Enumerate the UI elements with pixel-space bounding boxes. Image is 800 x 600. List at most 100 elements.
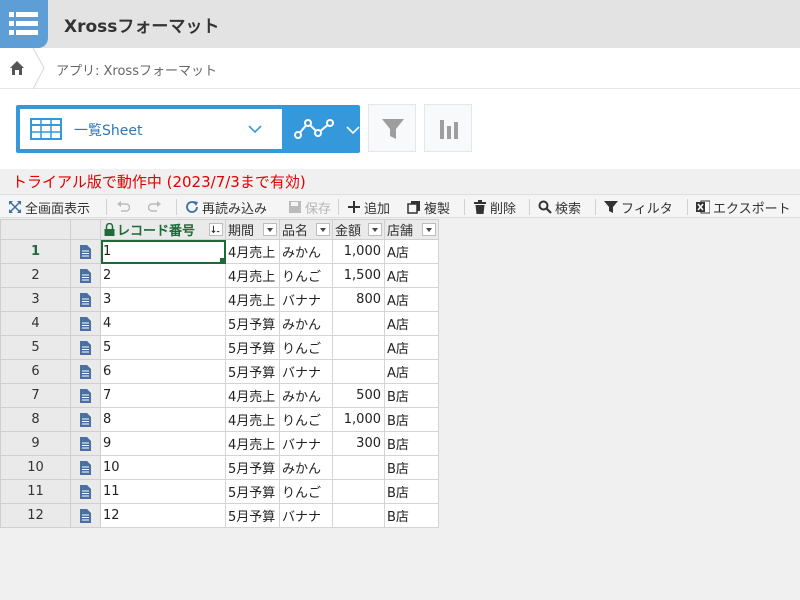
cell-item[interactable]: みかん bbox=[279, 383, 333, 408]
row-number[interactable]: 7 bbox=[0, 383, 71, 408]
redo-button[interactable] bbox=[148, 197, 165, 217]
cell-period[interactable]: 4月売上 bbox=[225, 239, 280, 264]
add-button[interactable]: 追加 bbox=[347, 197, 390, 217]
cell-record-number[interactable]: 2 bbox=[100, 263, 226, 288]
table-row[interactable]: 10 10 5月予算 みかん B店 bbox=[0, 455, 439, 480]
cell-item[interactable]: りんご bbox=[279, 263, 333, 288]
row-number[interactable]: 5 bbox=[0, 335, 71, 360]
cell-record-number[interactable]: 12 bbox=[100, 503, 226, 528]
cell-record-number[interactable]: 5 bbox=[100, 335, 226, 360]
cell-record-number[interactable]: 8 bbox=[100, 407, 226, 432]
cell-item[interactable]: バナナ bbox=[279, 431, 333, 456]
row-number[interactable]: 4 bbox=[0, 311, 71, 336]
export-button[interactable]: エクスポート bbox=[696, 197, 791, 217]
cell-store[interactable]: A店 bbox=[384, 263, 439, 288]
cell-store[interactable]: B店 bbox=[384, 455, 439, 480]
cell-item[interactable]: みかん bbox=[279, 239, 333, 264]
chevron-down-icon[interactable] bbox=[368, 223, 382, 236]
filter-button[interactable] bbox=[368, 104, 416, 152]
cell-amount[interactable] bbox=[332, 335, 385, 360]
cell-store[interactable]: B店 bbox=[384, 503, 439, 528]
column-header-amount[interactable]: 金額 bbox=[332, 219, 385, 240]
cell-amount[interactable]: 1,000 bbox=[332, 239, 385, 264]
graph-button[interactable] bbox=[424, 104, 472, 152]
cell-record-number[interactable]: 9 bbox=[100, 431, 226, 456]
row-number[interactable]: 8 bbox=[0, 407, 71, 432]
cell-record-number[interactable]: 3 bbox=[100, 287, 226, 312]
cell-amount[interactable]: 1,500 bbox=[332, 263, 385, 288]
table-row[interactable]: 11 11 5月予算 りんご B店 bbox=[0, 479, 439, 504]
record-detail-button[interactable] bbox=[70, 479, 101, 504]
table-row[interactable]: 9 9 4月売上 バナナ 300 B店 bbox=[0, 431, 439, 456]
cell-amount[interactable]: 800 bbox=[332, 287, 385, 312]
chevron-down-icon[interactable] bbox=[346, 125, 360, 135]
table-row[interactable]: 8 8 4月売上 りんご 1,000 B店 bbox=[0, 407, 439, 432]
duplicate-button[interactable]: 複製 bbox=[407, 197, 450, 217]
cell-item[interactable]: バナナ bbox=[279, 287, 333, 312]
reload-button[interactable]: 再読み込み bbox=[185, 197, 267, 217]
cell-item[interactable]: りんご bbox=[279, 479, 333, 504]
row-number[interactable]: 6 bbox=[0, 359, 71, 384]
record-detail-button[interactable] bbox=[70, 311, 101, 336]
table-row[interactable]: 1 1 4月売上 みかん 1,000 A店 bbox=[0, 239, 439, 264]
table-row[interactable]: 3 3 4月売上 バナナ 800 A店 bbox=[0, 287, 439, 312]
cell-amount[interactable]: 500 bbox=[332, 383, 385, 408]
cell-store[interactable]: B店 bbox=[384, 431, 439, 456]
cell-record-number[interactable]: 1 bbox=[100, 239, 226, 264]
column-header-item[interactable]: 品名 bbox=[279, 219, 333, 240]
cell-period[interactable]: 4月売上 bbox=[225, 383, 280, 408]
breadcrumb-app-link[interactable]: アプリ: Xrossフォーマット bbox=[56, 60, 217, 79]
cell-period[interactable]: 5月予算 bbox=[225, 359, 280, 384]
cell-period[interactable]: 4月売上 bbox=[225, 263, 280, 288]
column-header-period[interactable]: 期間 bbox=[225, 219, 280, 240]
cell-period[interactable]: 5月予算 bbox=[225, 479, 280, 504]
delete-button[interactable]: 削除 bbox=[473, 197, 516, 217]
cell-store[interactable]: A店 bbox=[384, 287, 439, 312]
record-detail-button[interactable] bbox=[70, 359, 101, 384]
cell-amount[interactable]: 1,000 bbox=[332, 407, 385, 432]
cell-item[interactable]: みかん bbox=[279, 455, 333, 480]
record-detail-button[interactable] bbox=[70, 503, 101, 528]
app-list-icon[interactable] bbox=[0, 0, 48, 48]
cell-amount[interactable] bbox=[332, 455, 385, 480]
table-row[interactable]: 2 2 4月売上 りんご 1,500 A店 bbox=[0, 263, 439, 288]
cell-amount[interactable] bbox=[332, 311, 385, 336]
record-detail-button[interactable] bbox=[70, 431, 101, 456]
row-number[interactable]: 9 bbox=[0, 431, 71, 456]
cell-period[interactable]: 4月売上 bbox=[225, 407, 280, 432]
cell-store[interactable]: A店 bbox=[384, 311, 439, 336]
table-row[interactable]: 4 4 5月予算 みかん A店 bbox=[0, 311, 439, 336]
record-detail-button[interactable] bbox=[70, 263, 101, 288]
cell-store[interactable]: B店 bbox=[384, 407, 439, 432]
search-button[interactable]: 検索 bbox=[538, 197, 581, 217]
record-detail-button[interactable] bbox=[70, 383, 101, 408]
cell-store[interactable]: A店 bbox=[384, 335, 439, 360]
chevron-down-icon[interactable] bbox=[263, 223, 277, 236]
column-header-store[interactable]: 店舗 bbox=[384, 219, 439, 240]
cell-item[interactable]: バナナ bbox=[279, 359, 333, 384]
cell-amount[interactable] bbox=[332, 479, 385, 504]
fullscreen-button[interactable]: 全画面表示 bbox=[8, 197, 90, 217]
chevron-down-icon[interactable] bbox=[422, 223, 436, 236]
graph-icon[interactable] bbox=[294, 117, 338, 141]
chevron-down-icon[interactable] bbox=[316, 223, 330, 236]
view-dropdown[interactable]: 一覧Sheet bbox=[20, 109, 282, 149]
cell-store[interactable]: B店 bbox=[384, 383, 439, 408]
cell-store[interactable]: A店 bbox=[384, 359, 439, 384]
record-detail-button[interactable] bbox=[70, 287, 101, 312]
table-row[interactable]: 6 6 5月予算 バナナ A店 bbox=[0, 359, 439, 384]
cell-record-number[interactable]: 4 bbox=[100, 311, 226, 336]
save-button[interactable]: 保存 bbox=[288, 197, 331, 217]
cell-item[interactable]: りんご bbox=[279, 407, 333, 432]
row-number[interactable]: 1 bbox=[0, 239, 71, 264]
cell-item[interactable]: バナナ bbox=[279, 503, 333, 528]
record-detail-button[interactable] bbox=[70, 335, 101, 360]
table-row[interactable]: 12 12 5月予算 バナナ B店 bbox=[0, 503, 439, 528]
cell-amount[interactable]: 300 bbox=[332, 431, 385, 456]
cell-record-number[interactable]: 10 bbox=[100, 455, 226, 480]
cell-period[interactable]: 5月予算 bbox=[225, 335, 280, 360]
toolbar-filter-button[interactable]: フィルタ bbox=[604, 197, 673, 217]
cell-record-number[interactable]: 7 bbox=[100, 383, 226, 408]
cell-item[interactable]: みかん bbox=[279, 311, 333, 336]
cell-period[interactable]: 5月予算 bbox=[225, 503, 280, 528]
